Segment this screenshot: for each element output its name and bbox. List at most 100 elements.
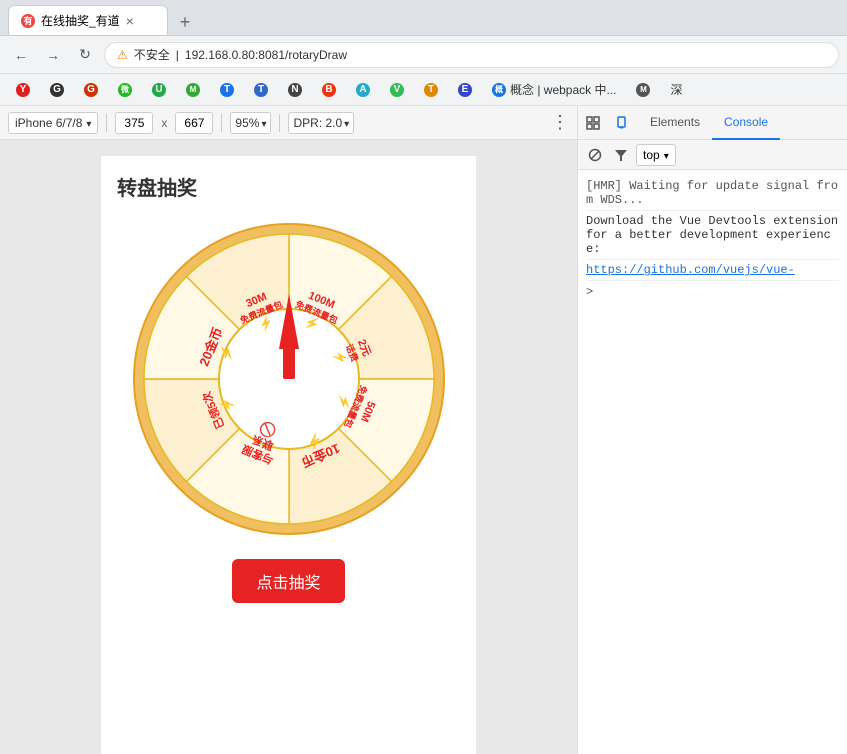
bookmark-icon-tri: T bbox=[424, 83, 438, 97]
bookmark-map[interactable]: M bbox=[628, 78, 658, 102]
bookmark-ts[interactable]: T bbox=[212, 78, 242, 102]
bookmark-icon-v: V bbox=[390, 83, 404, 97]
console-text-1: [HMR] Waiting for update signal from WDS… bbox=[586, 179, 838, 207]
toolbar-divider-3 bbox=[279, 114, 280, 132]
bookmark-icon-g2: G bbox=[84, 83, 98, 97]
bookmark-icon-github: G bbox=[50, 83, 64, 97]
devtools-console-toolbar: top bbox=[578, 140, 847, 170]
device-panel: iPhone 6/7/8 x 95% DPR: 2.0 ⋮ 转盘抽奖 bbox=[0, 106, 578, 754]
bookmark-y[interactable]: Y bbox=[8, 78, 38, 102]
console-prompt-line[interactable]: > bbox=[586, 281, 839, 303]
add-tab-button[interactable]: + bbox=[172, 9, 198, 35]
bookmark-wechat[interactable]: 微 bbox=[110, 78, 140, 102]
lottery-container: 20金币 ⚡ 30M 免费流量包 ⚡ 100M 免费流量包 ⚡ bbox=[101, 209, 476, 613]
back-button[interactable]: ← bbox=[8, 42, 34, 68]
browser-tabs-bar: 有 在线抽奖_有道 × + bbox=[0, 0, 847, 36]
tab-favicon: 有 bbox=[21, 14, 35, 28]
toolbar-divider-2 bbox=[221, 114, 222, 132]
bookmark-icon-y: Y bbox=[16, 83, 30, 97]
device-dropdown-icon bbox=[86, 116, 91, 130]
console-line-3: https://github.com/vuejs/vue- bbox=[586, 260, 839, 281]
address-separator: | bbox=[176, 48, 179, 62]
dpr-value: DPR: 2.0 bbox=[293, 116, 342, 130]
zoom-value: 95% bbox=[235, 116, 259, 130]
bookmark-a[interactable]: A bbox=[348, 78, 378, 102]
reload-button[interactable]: ↻ bbox=[72, 42, 98, 68]
bookmark-t2[interactable]: T bbox=[246, 78, 276, 102]
url-input[interactable]: ⚠ 不安全 | 192.168.0.80:8081/rotaryDraw bbox=[104, 42, 839, 68]
bookmark-icon-ts: T bbox=[220, 83, 234, 97]
bookmark-gai[interactable]: 概 概念 | webpack 中... bbox=[484, 78, 624, 102]
bookmark-n[interactable]: N bbox=[280, 78, 310, 102]
bookmark-gai-label: 概念 | webpack 中... bbox=[510, 81, 616, 98]
address-bar: ← → ↻ ⚠ 不安全 | 192.168.0.80:8081/rotaryDr… bbox=[0, 36, 847, 74]
bookmark-shen[interactable]: 深 bbox=[662, 78, 690, 102]
bookmark-icon-wechat: 微 bbox=[118, 83, 132, 97]
address-url: 192.168.0.80:8081/rotaryDraw bbox=[185, 48, 347, 62]
warning-icon: ⚠ bbox=[117, 48, 128, 62]
wheel-svg: 20金币 ⚡ 30M 免费流量包 ⚡ 100M 免费流量包 ⚡ bbox=[129, 219, 449, 539]
main-area: iPhone 6/7/8 x 95% DPR: 2.0 ⋮ 转盘抽奖 bbox=[0, 106, 847, 754]
width-input[interactable] bbox=[115, 112, 153, 134]
bookmark-u[interactable]: U bbox=[144, 78, 174, 102]
zoom-dropdown-icon bbox=[261, 116, 266, 130]
devtools-output: [HMR] Waiting for update signal from WDS… bbox=[578, 170, 847, 754]
bookmark-icon-t2: T bbox=[254, 83, 268, 97]
spin-button[interactable]: 点击抽奖 bbox=[232, 559, 344, 603]
bookmark-github[interactable]: G bbox=[42, 78, 72, 102]
elements-tab-label: Elements bbox=[650, 115, 700, 129]
top-selector[interactable]: top bbox=[636, 144, 676, 166]
bookmark-icon-gai: 概 bbox=[492, 83, 506, 97]
bookmark-tri[interactable]: T bbox=[416, 78, 446, 102]
tab-title: 在线抽奖_有道 bbox=[41, 12, 120, 29]
console-filter-button[interactable] bbox=[610, 144, 632, 166]
devtools-inspect-button[interactable] bbox=[578, 108, 608, 138]
forward-button[interactable]: → bbox=[40, 42, 66, 68]
console-line-2: Download the Vue Devtools extension for … bbox=[586, 211, 839, 260]
phone-page: 转盘抽奖 bbox=[101, 156, 476, 754]
wheel-wrapper: 20金币 ⚡ 30M 免费流量包 ⚡ 100M 免费流量包 ⚡ bbox=[129, 219, 449, 539]
devtools-device-button[interactable] bbox=[608, 108, 638, 138]
top-selector-value: top bbox=[643, 148, 660, 162]
bookmark-icon-b: B bbox=[322, 83, 336, 97]
bookmark-e[interactable]: E bbox=[450, 78, 480, 102]
console-line-1: [HMR] Waiting for update signal from WDS… bbox=[586, 176, 839, 211]
bookmark-g[interactable]: G bbox=[76, 78, 106, 102]
toolbar-more-button[interactable]: ⋮ bbox=[551, 112, 569, 133]
bookmark-icon-n: N bbox=[288, 83, 302, 97]
bookmark-icon-u: U bbox=[152, 83, 166, 97]
prompt-symbol: > bbox=[586, 285, 593, 299]
height-input[interactable] bbox=[175, 112, 213, 134]
toolbar-divider-1 bbox=[106, 114, 107, 132]
bookmarks-bar: Y G G 微 U M T T N B A V T E 概 概念 | webpa… bbox=[0, 74, 847, 106]
top-selector-chevron bbox=[664, 148, 669, 162]
devtools-panel: Elements Console top bbox=[578, 106, 847, 754]
console-link[interactable]: https://github.com/vuejs/vue- bbox=[586, 263, 795, 277]
bookmark-icon-map: M bbox=[636, 83, 650, 97]
bookmark-m[interactable]: M bbox=[178, 78, 208, 102]
device-selector[interactable]: iPhone 6/7/8 bbox=[8, 112, 98, 134]
tab-close-icon[interactable]: × bbox=[126, 13, 134, 29]
bookmark-shen-label: 深 bbox=[670, 81, 682, 98]
page-title-bar: 转盘抽奖 bbox=[101, 156, 476, 209]
devtools-tab-elements[interactable]: Elements bbox=[638, 106, 712, 140]
bookmark-icon-a: A bbox=[356, 83, 370, 97]
console-tab-label: Console bbox=[724, 115, 768, 129]
bookmark-b[interactable]: B bbox=[314, 78, 344, 102]
console-clear-button[interactable] bbox=[584, 144, 606, 166]
console-text-2: Download the Vue Devtools extension for … bbox=[586, 214, 838, 256]
zoom-selector[interactable]: 95% bbox=[230, 112, 271, 134]
device-toolbar: iPhone 6/7/8 x 95% DPR: 2.0 ⋮ bbox=[0, 106, 577, 140]
devtools-tabs-bar: Elements Console bbox=[578, 106, 847, 140]
devtools-tab-console[interactable]: Console bbox=[712, 106, 780, 140]
page-title: 转盘抽奖 bbox=[117, 172, 460, 201]
insecure-label: 不安全 bbox=[134, 46, 170, 63]
bookmark-icon-m: M bbox=[186, 83, 200, 97]
bookmark-v[interactable]: V bbox=[382, 78, 412, 102]
device-name: iPhone 6/7/8 bbox=[15, 116, 82, 130]
x-label: x bbox=[161, 116, 167, 130]
dpr-dropdown-icon bbox=[344, 116, 349, 130]
bookmark-icon-e: E bbox=[458, 83, 472, 97]
dpr-selector[interactable]: DPR: 2.0 bbox=[288, 112, 354, 134]
active-tab[interactable]: 有 在线抽奖_有道 × bbox=[8, 5, 168, 35]
